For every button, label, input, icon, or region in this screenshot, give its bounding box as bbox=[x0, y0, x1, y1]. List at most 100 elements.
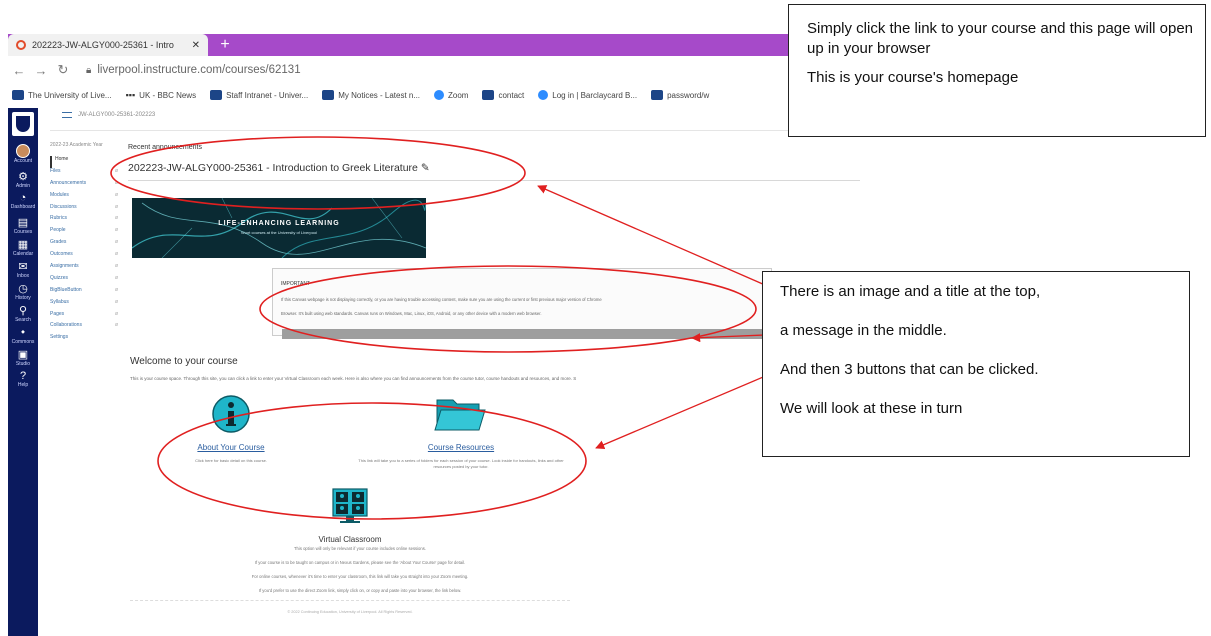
eye-icon: ø bbox=[114, 203, 118, 210]
message-line: If this Canvas webpage is not displaying… bbox=[281, 297, 602, 302]
browser-tab[interactable]: 202223-JW-ALGY000-25361 - Intro ✕ bbox=[8, 34, 208, 56]
eye-icon: ø bbox=[114, 298, 118, 305]
nav-inbox[interactable]: ✉ Inbox bbox=[8, 260, 38, 279]
course-nav-item-home[interactable]: Home bbox=[50, 156, 118, 168]
course-banner-image: LIFE-ENHANCING LEARNING Short courses at… bbox=[132, 198, 426, 258]
banner-subtitle: Short courses at the University of Liver… bbox=[240, 230, 318, 235]
course-nav-item[interactable]: Outcomes ø bbox=[50, 251, 118, 263]
course-nav-item[interactable]: Settings bbox=[50, 334, 118, 346]
eye-icon: ø bbox=[114, 251, 118, 258]
bookmark-item[interactable]: contact bbox=[482, 90, 524, 100]
eye-icon: ø bbox=[114, 179, 118, 186]
course-nav-item[interactable]: Modules ø bbox=[50, 192, 118, 204]
course-nav-item[interactable]: Quizzes ø bbox=[50, 275, 118, 287]
about-your-course-link[interactable]: About Your Course bbox=[176, 443, 286, 452]
new-tab-button[interactable]: + bbox=[216, 34, 234, 56]
canvas-favicon-icon bbox=[16, 40, 26, 50]
calendar-icon: ▦ bbox=[17, 239, 29, 251]
eye-icon: ø bbox=[114, 286, 118, 293]
important-message-box: IMPORTANT If this Canvas webpage is not … bbox=[272, 268, 772, 336]
course-nav-item[interactable]: Syllabus ø bbox=[50, 299, 118, 311]
course-nav-item[interactable]: People ø bbox=[50, 227, 118, 239]
recent-announcements-heading: Recent announcements bbox=[128, 144, 202, 151]
course-nav-item[interactable]: Discussions ø bbox=[50, 204, 118, 216]
virtual-classroom-icon bbox=[332, 488, 368, 523]
eye-icon: ø bbox=[114, 191, 118, 198]
course-term: 2022-23 Academic Year bbox=[50, 142, 103, 148]
bookmark-icon bbox=[651, 90, 664, 100]
nav-help[interactable]: ? Help bbox=[8, 370, 38, 388]
course-nav-item[interactable]: Assignments ø bbox=[50, 263, 118, 275]
message-heading: IMPORTANT bbox=[281, 281, 310, 287]
bbc-icon: ▪▪▪ bbox=[125, 90, 136, 100]
bookmark-item[interactable]: Staff Intranet - Univer... bbox=[210, 90, 308, 100]
welcome-heading: Welcome to your course bbox=[130, 356, 238, 367]
breadcrumb: JW-ALGY000-25361-202223 bbox=[62, 112, 155, 118]
bookmark-item[interactable]: password/w bbox=[651, 90, 709, 100]
eye-icon: ø bbox=[114, 322, 118, 329]
bookmark-icon bbox=[482, 90, 495, 100]
course-nav-item[interactable]: Pages ø bbox=[50, 311, 118, 323]
back-arrow-icon[interactable]: ← bbox=[8, 63, 30, 78]
edit-pencil-icon[interactable]: ✎ bbox=[421, 162, 430, 174]
global-navigation: Account ⚙ Admin ◔ Dashboard ▤ Courses ▦ Cale… bbox=[8, 108, 38, 636]
tab-title: 202223-JW-ALGY000-25361 - Intro bbox=[32, 40, 174, 50]
course-nav-item[interactable]: BigBlueButton ø bbox=[50, 287, 118, 299]
bookmark-item[interactable]: ▪▪▪ UK - BBC News bbox=[126, 90, 196, 100]
bookmark-item[interactable]: The University of Live... bbox=[12, 90, 112, 100]
info-icon bbox=[212, 395, 250, 433]
lock-icon[interactable]: 🔒︎ bbox=[86, 65, 91, 76]
virtual-classroom-link[interactable]: Virtual Classroom bbox=[290, 535, 410, 544]
message-scrollbar[interactable] bbox=[282, 329, 772, 339]
nav-calendar[interactable]: ▦ Calendar bbox=[8, 238, 38, 257]
commons-icon: ⬩ bbox=[21, 326, 25, 338]
eye-icon: ø bbox=[114, 310, 118, 317]
callout-text: And then 3 buttons that can be clicked. bbox=[780, 361, 1039, 378]
studio-icon: ▣ bbox=[17, 349, 29, 361]
course-nav-item[interactable]: Announcements ø bbox=[50, 180, 118, 192]
course-resources-link[interactable]: Course Resources bbox=[352, 443, 570, 452]
bookmark-icon bbox=[322, 90, 335, 100]
course-nav-item[interactable]: Rubrics ø bbox=[50, 215, 118, 227]
tab-close-icon[interactable]: ✕ bbox=[192, 40, 200, 51]
eye-icon: ø bbox=[114, 167, 118, 174]
screenshot-root: 202223-JW-ALGY000-25361 - Intro ✕ + ← → … bbox=[0, 0, 1211, 636]
hamburger-menu-icon[interactable] bbox=[62, 112, 72, 118]
avatar[interactable] bbox=[16, 144, 30, 158]
nav-studio[interactable]: ▣ Studio bbox=[8, 348, 38, 367]
nav-admin[interactable]: ⚙ Admin bbox=[8, 170, 38, 189]
message-line: Browser. It's built using web standards.… bbox=[281, 311, 542, 316]
nav-history[interactable]: ◷ History bbox=[8, 282, 38, 301]
forward-arrow-icon[interactable]: → bbox=[30, 63, 52, 78]
eye-icon: ø bbox=[114, 239, 118, 246]
nav-search[interactable]: ⚲ Search bbox=[8, 304, 38, 323]
banner-art bbox=[132, 198, 426, 258]
welcome-text: This is your course space. Through this … bbox=[130, 376, 577, 381]
bookmark-item[interactable]: My Notices - Latest n... bbox=[322, 90, 420, 100]
eye-icon: ø bbox=[114, 274, 118, 281]
nav-account[interactable]: Account bbox=[8, 158, 38, 164]
callout-text: This is your course's homepage bbox=[807, 69, 1019, 86]
course-nav-item[interactable]: Collaborations ø bbox=[50, 322, 118, 334]
breadcrumb-course-link[interactable]: JW-ALGY000-25361-202223 bbox=[78, 112, 155, 118]
reload-icon[interactable]: ↻ bbox=[52, 62, 74, 78]
course-nav-item[interactable]: Grades ø bbox=[50, 239, 118, 251]
vc-note: If you'd prefer to use the direct Zoom l… bbox=[258, 588, 462, 593]
callout-text: a message in the middle. bbox=[780, 322, 947, 339]
nav-dashboard[interactable]: ◔ Dashboard bbox=[8, 192, 38, 210]
virtual-classroom-tile[interactable]: Virtual Classroom bbox=[290, 486, 410, 544]
history-icon: ◷ bbox=[18, 283, 28, 295]
bookmark-item[interactable]: Zoom bbox=[434, 90, 468, 100]
tile-description: Click here for basic detail on this cour… bbox=[195, 458, 267, 463]
nav-courses[interactable]: ▤ Courses bbox=[8, 216, 38, 235]
bookmark-icon bbox=[210, 90, 223, 100]
url-text[interactable]: liverpool.instructure.com/courses/62131 bbox=[97, 64, 300, 76]
course-resources-tile[interactable]: Course Resources This link will take you… bbox=[352, 394, 570, 471]
about-your-course-tile[interactable]: About Your Course Click here for basic d… bbox=[176, 394, 286, 464]
bookmark-label: password/w bbox=[667, 90, 710, 100]
courses-icon: ▤ bbox=[17, 217, 29, 229]
nav-commons[interactable]: ⬩ Commons bbox=[8, 326, 38, 345]
bookmark-item[interactable]: Log in | Barclaycard B... bbox=[538, 90, 637, 100]
university-logo-icon[interactable] bbox=[12, 112, 34, 136]
course-nav-item[interactable]: Files ø bbox=[50, 168, 118, 180]
